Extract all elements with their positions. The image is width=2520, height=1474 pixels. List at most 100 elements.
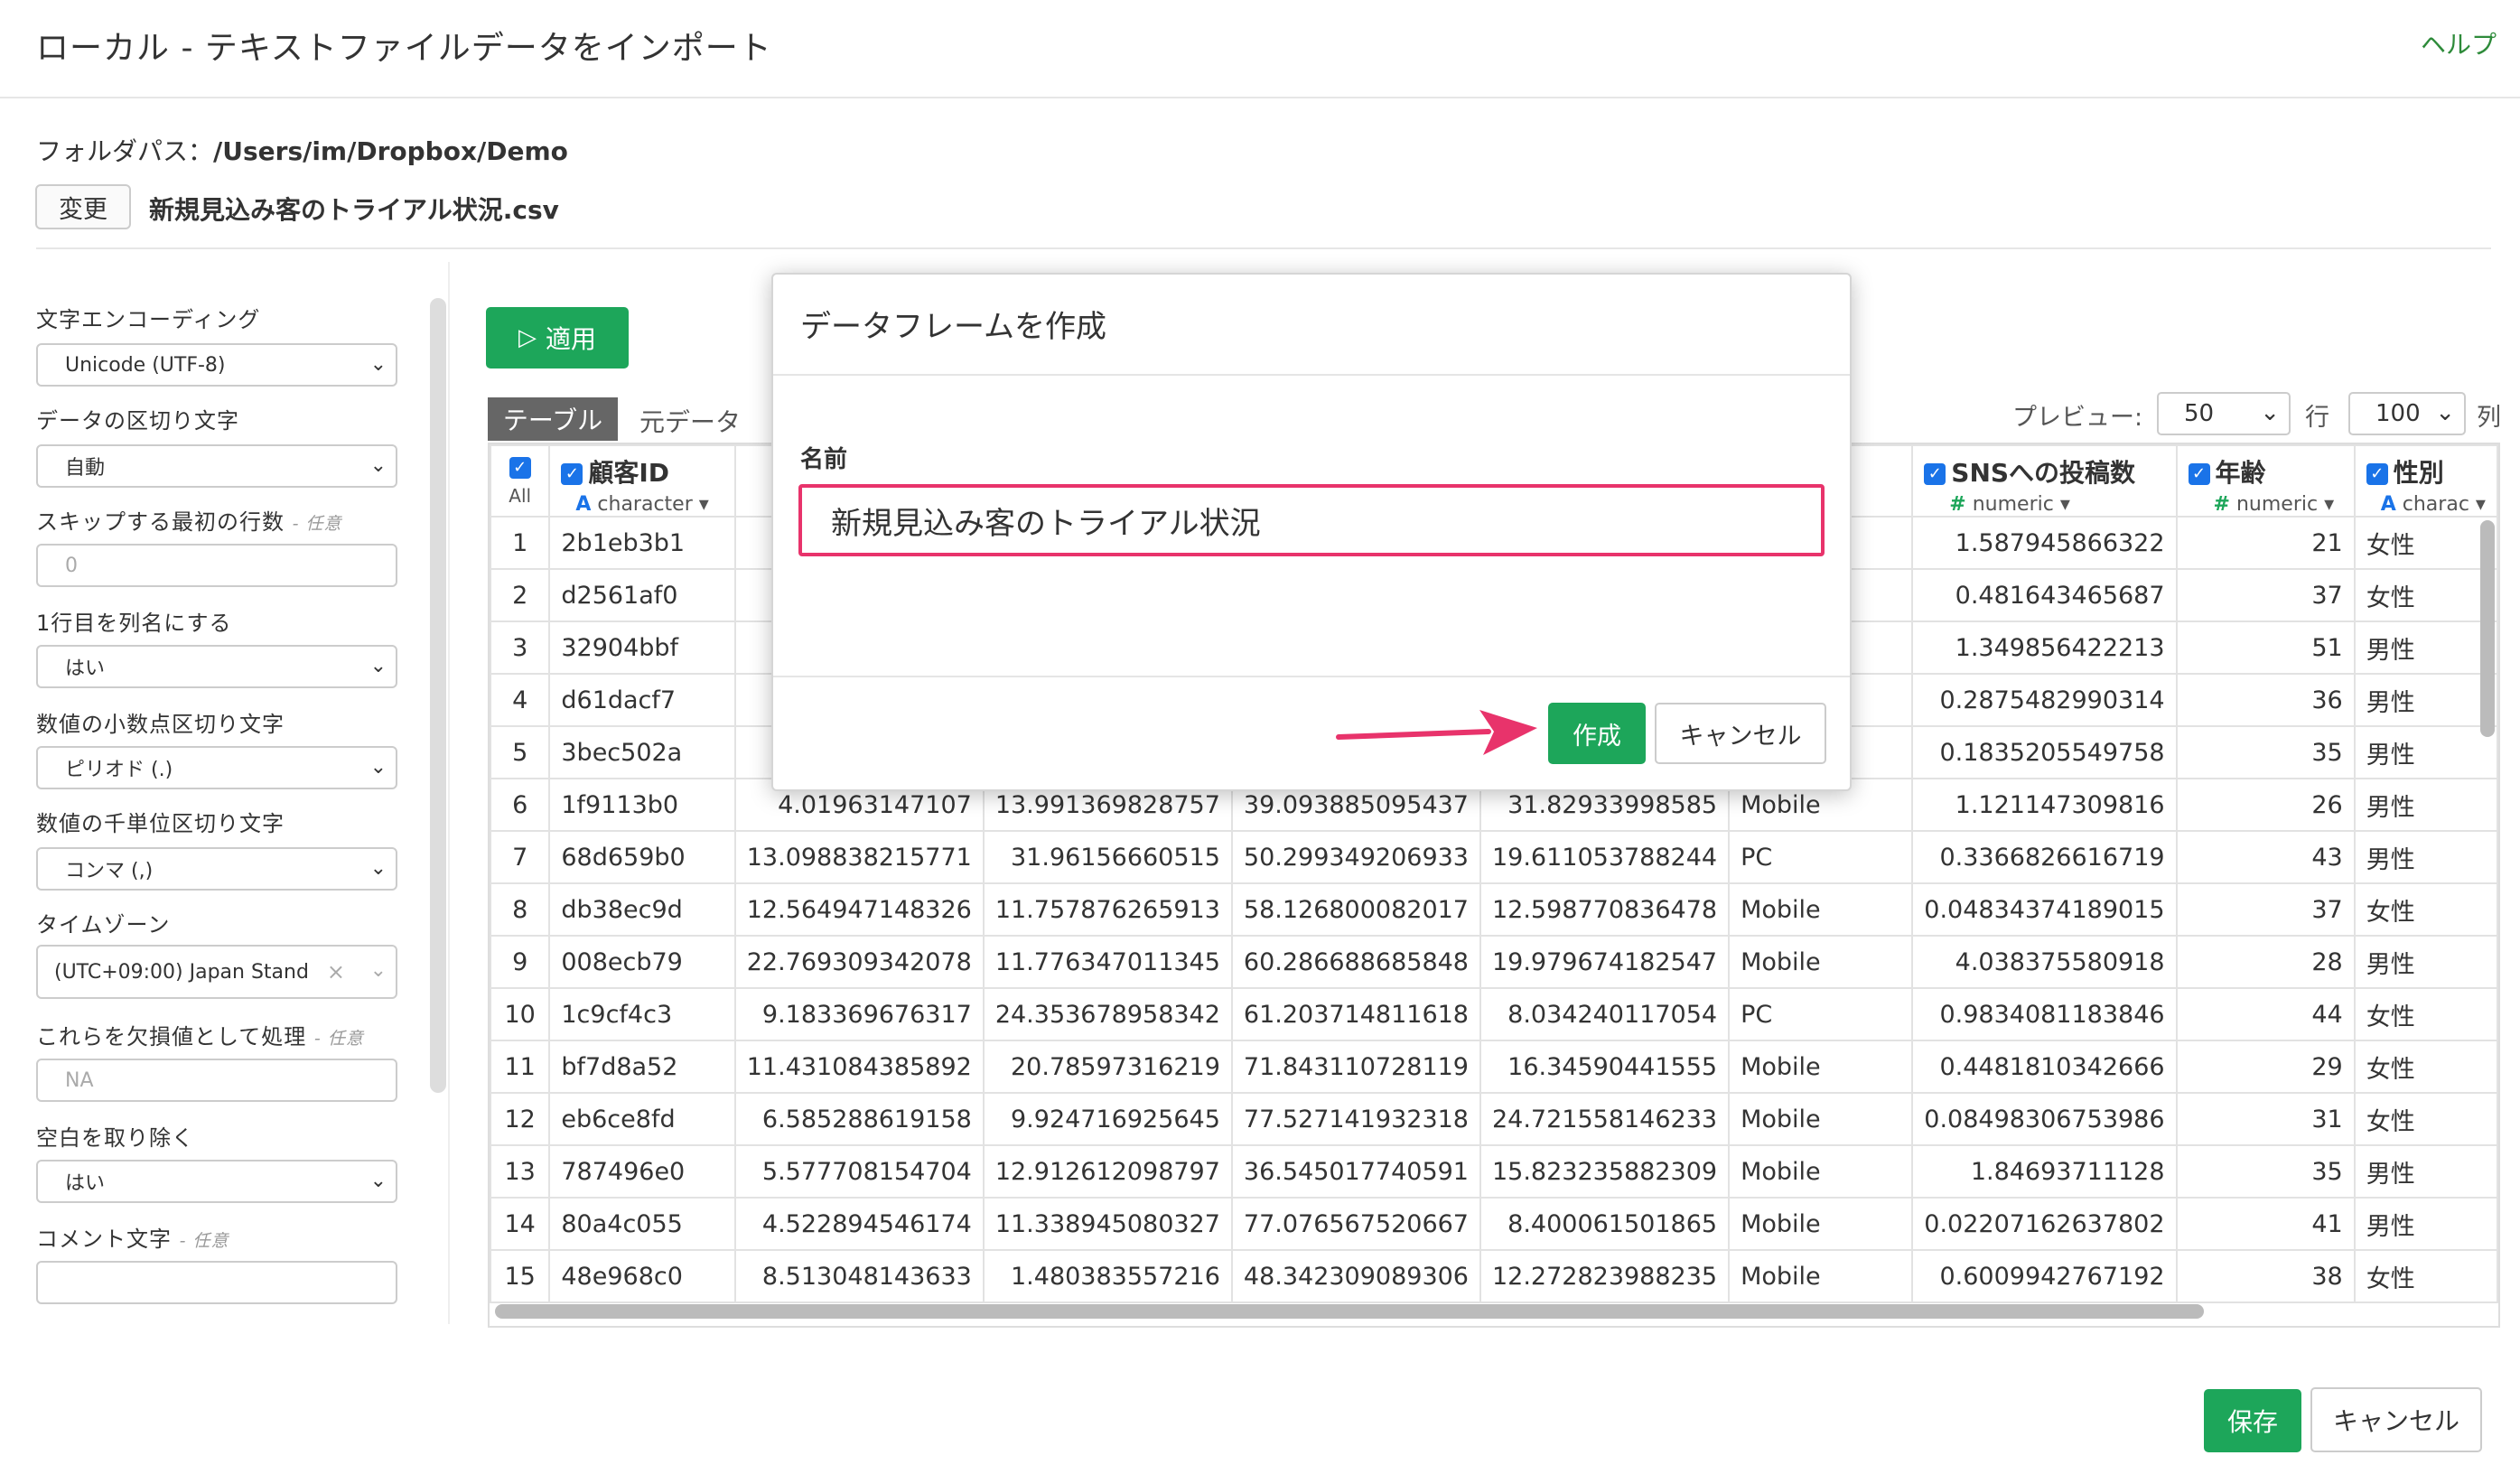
column-type[interactable]: # numeric ▾: [2189, 493, 2343, 516]
sidebar-scrollbar[interactable]: [430, 298, 446, 1093]
chevron-down-icon: ⌄: [369, 655, 387, 677]
header-row-label: 1行目を列名にする: [36, 611, 232, 636]
file-name: 新規見込み客のトライアル状況.csv: [149, 195, 559, 225]
column-header[interactable]: ✓ 顧客ID A character ▾: [548, 444, 736, 518]
column-type-label: numeric: [1972, 493, 2054, 516]
tab-table[interactable]: テーブル: [488, 397, 618, 441]
column-type[interactable]: A charac ▾: [2366, 493, 2486, 516]
select-all-header[interactable]: ✓ All: [490, 444, 551, 518]
delimiter-label: データの区切り文字: [36, 408, 239, 434]
save-button[interactable]: 保存: [2204, 1389, 2301, 1452]
table-cell: 女性: [2353, 1249, 2498, 1303]
header-row-select[interactable]: はい ⌄: [36, 645, 397, 688]
table-cell: 68d659b0: [548, 830, 736, 884]
table-cell: 女性: [2353, 987, 2498, 1041]
skip-rows-input[interactable]: 0: [36, 544, 397, 587]
checkbox-icon[interactable]: ✓: [2366, 463, 2388, 485]
table-cell: Mobile: [1728, 1249, 1914, 1303]
table-cell: Mobile: [1728, 1197, 1914, 1251]
trim-value: はい: [65, 1172, 106, 1195]
table-cell: 41: [2175, 1197, 2356, 1251]
table-cell: 35: [2175, 1144, 2356, 1199]
trim-select[interactable]: はい ⌄: [36, 1160, 397, 1203]
dialog-cancel-button[interactable]: キャンセル: [1655, 703, 1826, 764]
checkbox-icon[interactable]: ✓: [2188, 463, 2210, 485]
trim-label: 空白を取り除く: [36, 1125, 194, 1151]
table-cell: Mobile: [1728, 935, 1914, 989]
table-cell: 1c9cf4c3: [548, 987, 736, 1041]
name-input[interactable]: 新規見込み客のトライアル状況: [798, 484, 1825, 556]
column-type[interactable]: # numeric ▾: [1924, 493, 2164, 516]
change-file-button[interactable]: 変更: [35, 184, 131, 229]
table-cell: 77.076567520667: [1230, 1197, 1481, 1251]
table-cell: 15: [490, 1249, 551, 1303]
table-row: 7 68d659b0 13.098838215771 31.96156660515 50…: [490, 830, 2498, 884]
clear-icon[interactable]: ×: [327, 959, 345, 984]
table-cell: 37: [2175, 882, 2356, 937]
table-cell: 1.587945866322: [1911, 516, 2178, 570]
column-header[interactable]: ✓ 年齢 # numeric ▾: [2175, 444, 2356, 518]
table-cell: 3: [490, 620, 551, 675]
encoding-select[interactable]: Unicode (UTF-8) ⌄: [36, 343, 397, 387]
header-divider: [0, 97, 2520, 98]
column-type[interactable]: A character ▾: [561, 493, 723, 516]
thousands-select[interactable]: コンマ (,) ⌄: [36, 847, 397, 891]
timezone-select[interactable]: (UTC+09:00) Japan Stand × ⌄: [36, 945, 397, 999]
column-name: SNSへの投稿数: [1951, 458, 2136, 488]
table-cell: 0.02207162637802: [1911, 1197, 2178, 1251]
table-cell: eb6ce8fd: [548, 1092, 736, 1146]
na-input[interactable]: NA: [36, 1059, 397, 1102]
horizontal-scrollbar[interactable]: [495, 1304, 2204, 1319]
table-cell: 48.342309089306: [1230, 1249, 1481, 1303]
preview-select[interactable]: 50 ⌄: [2157, 392, 2291, 435]
delimiter-select[interactable]: 自動 ⌄: [36, 444, 397, 488]
table-cell: 1f9113b0: [548, 778, 736, 832]
table-cell: 0.6009942767192: [1911, 1249, 2178, 1303]
table-cell: 女性: [2353, 882, 2498, 937]
character-icon: A: [2380, 493, 2396, 516]
table-cell: d2561af0: [548, 568, 736, 622]
table-cell: 男性: [2353, 778, 2498, 832]
comment-input[interactable]: [36, 1261, 397, 1304]
column-header[interactable]: ✓ SNSへの投稿数 # numeric ▾: [1911, 444, 2178, 518]
vertical-scrollbar[interactable]: [2480, 520, 2495, 737]
thousands-label: 数値の千単位区切り文字: [36, 811, 285, 836]
rows-select[interactable]: 100 ⌄: [2348, 392, 2466, 435]
table-cell: PC: [1728, 830, 1914, 884]
table-cell: Mobile: [1728, 882, 1914, 937]
table-cell: 11: [490, 1040, 551, 1094]
chevron-down-icon: ⌄: [369, 1170, 387, 1192]
checkbox-icon[interactable]: ✓: [1924, 463, 1946, 485]
table-row: 10 1c9cf4c3 9.183369676317 24.353678958342 6…: [490, 987, 2498, 1041]
column-type-label: charac: [2402, 493, 2469, 516]
chevron-down-icon: ⌄: [369, 959, 387, 982]
table-cell: 29: [2175, 1040, 2356, 1094]
column-header[interactable]: ✓ 性別 A charac ▾: [2353, 444, 2498, 518]
table-cell: 22.769309342078: [733, 935, 985, 989]
table-cell: 13: [490, 1144, 551, 1199]
tab-raw-data[interactable]: 元データ: [639, 403, 741, 439]
sidebar-divider: [448, 262, 450, 1324]
table-cell: 16.34590441555: [1479, 1040, 1731, 1094]
table-cell: 女性: [2353, 516, 2498, 570]
timezone-value: (UTC+09:00) Japan Stand: [54, 960, 309, 984]
table-cell: 58.126800082017: [1230, 882, 1481, 937]
table-cell: 男性: [2353, 935, 2498, 989]
apply-button[interactable]: ▷ 適用: [486, 307, 629, 368]
table-cell: 13.098838215771: [733, 830, 985, 884]
table-cell: 008ecb79: [548, 935, 736, 989]
table-cell: 21: [2175, 516, 2356, 570]
table-cell: 0.4481810342666: [1911, 1040, 2178, 1094]
checkbox-icon[interactable]: ✓: [509, 457, 531, 479]
help-link[interactable]: ヘルプ: [2421, 25, 2497, 61]
na-text: これらを欠損値として処理: [36, 1024, 307, 1050]
create-button[interactable]: 作成: [1548, 703, 1646, 764]
checkbox-icon[interactable]: ✓: [561, 463, 583, 485]
table-cell: 男性: [2353, 673, 2498, 727]
decimal-select[interactable]: ピリオド (.) ⌄: [36, 746, 397, 789]
dialog-divider: [773, 374, 1850, 376]
table-cell: 24.721558146233: [1479, 1092, 1731, 1146]
table-row: 15 48e968c0 8.513048143633 1.480383557216 48…: [490, 1249, 2498, 1303]
caret-down-icon: ▾: [2475, 493, 2486, 516]
cancel-button[interactable]: キャンセル: [2310, 1387, 2482, 1452]
